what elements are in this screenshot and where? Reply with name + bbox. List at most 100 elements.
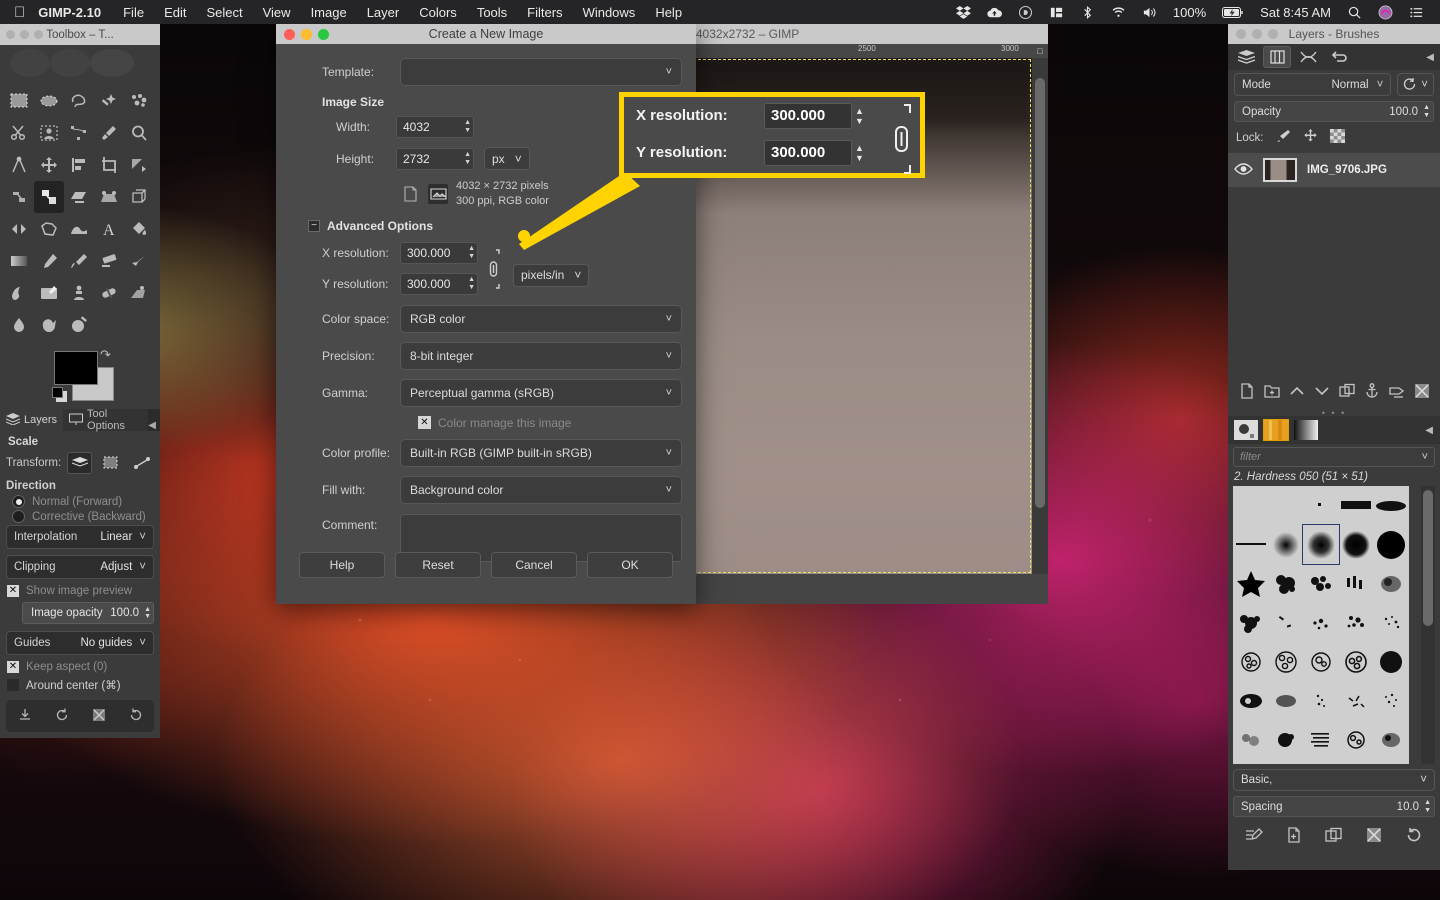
alignment-icon[interactable] xyxy=(64,149,94,181)
blend-space-combo[interactable]: ˅ xyxy=(1397,73,1434,96)
brush-cell[interactable] xyxy=(1233,759,1268,764)
zoom-icon[interactable] xyxy=(124,117,154,149)
brush-cell[interactable] xyxy=(1233,603,1268,642)
warp-transform-icon[interactable] xyxy=(64,213,94,245)
measure-icon[interactable] xyxy=(4,149,34,181)
refresh-brushes-icon[interactable] xyxy=(1405,827,1423,848)
brush-cell[interactable] xyxy=(1374,759,1409,764)
lower-layer-icon[interactable] xyxy=(1314,383,1330,404)
x-resolution-input[interactable]: 300.000 ▲ ▼ xyxy=(400,241,478,264)
resolution-unit-combo[interactable]: pixels/in ˅ xyxy=(513,263,590,287)
landscape-orientation-icon[interactable] xyxy=(428,183,448,204)
free-select-icon[interactable] xyxy=(64,85,94,117)
show-image-preview-row[interactable]: ✕ Show image preview xyxy=(7,585,154,597)
collapse-arrow-icon[interactable]: ◀ xyxy=(1425,425,1435,436)
callout-x-stepper-icon[interactable]: ▲ ▼ xyxy=(855,106,864,126)
new-layer-icon[interactable] xyxy=(1239,383,1255,404)
brush-cell[interactable] xyxy=(1268,603,1303,642)
tab-layers[interactable]: Layers xyxy=(0,409,64,431)
panel-icon[interactable] xyxy=(1041,5,1072,20)
brush-cell[interactable] xyxy=(1374,681,1409,720)
scale-icon[interactable] xyxy=(34,181,64,213)
menu-item-view[interactable]: View xyxy=(253,5,301,20)
smudge-icon[interactable] xyxy=(34,309,64,341)
rotate-icon[interactable] xyxy=(124,149,154,181)
brush-cell[interactable] xyxy=(1268,720,1303,759)
spacing-stepper-icon[interactable]: ▲ ▼ xyxy=(1419,799,1431,815)
brush-cell[interactable] xyxy=(1303,720,1338,759)
swap-colors-icon[interactable]: ↷ xyxy=(100,347,111,363)
color-profile-combo[interactable]: Built-in RGB (GIMP built-in sRGB) ˅ xyxy=(400,438,682,467)
right-dock-window-controls[interactable] xyxy=(1236,29,1278,39)
reset-tool-options-icon[interactable] xyxy=(128,707,144,726)
brush-set-combo[interactable]: Basic, ˅ xyxy=(1233,769,1435,791)
crop-icon[interactable] xyxy=(94,149,124,181)
callout-y-resolution-value[interactable]: 300.000 xyxy=(764,139,852,166)
pencil-icon[interactable] xyxy=(34,245,64,277)
brush-cell[interactable] xyxy=(1303,564,1338,603)
menu-item-filters[interactable]: Filters xyxy=(517,5,572,20)
tab-tool-options[interactable]: Tool Options xyxy=(63,408,149,432)
template-combo[interactable]: ˅ xyxy=(400,58,682,86)
around-center-row[interactable]: Around center (⌘) xyxy=(7,678,154,692)
airbrush-icon[interactable] xyxy=(124,245,154,277)
brush-cell[interactable] xyxy=(1233,486,1268,525)
fill-with-combo[interactable]: Background color ˅ xyxy=(400,475,682,504)
advanced-expander-icon[interactable]: − xyxy=(308,219,320,232)
gradients-icon[interactable] xyxy=(1293,419,1319,441)
channels-icon[interactable] xyxy=(1263,46,1291,68)
blur-sharpen-icon[interactable] xyxy=(4,309,34,341)
paths-icon[interactable] xyxy=(1294,46,1322,68)
interpolation-combo[interactable]: Interpolation Linear ˅ xyxy=(6,525,154,549)
merge-down-icon[interactable] xyxy=(1388,383,1405,404)
new-layer-group-icon[interactable] xyxy=(1263,383,1280,404)
brush-cell[interactable] xyxy=(1374,603,1409,642)
perspective-icon[interactable] xyxy=(94,181,124,213)
mypaint-brush-icon[interactable] xyxy=(34,277,64,309)
3d-transform-icon[interactable] xyxy=(124,181,154,213)
ink-icon[interactable] xyxy=(4,277,34,309)
unified-transform-icon[interactable] xyxy=(4,181,34,213)
menu-item-colors[interactable]: Colors xyxy=(409,5,467,20)
menubar-clock[interactable]: Sat 8:45 AM xyxy=(1252,6,1339,19)
raise-layer-icon[interactable] xyxy=(1289,383,1305,404)
gamma-combo[interactable]: Perceptual gamma (sRGB) ˅ xyxy=(400,378,682,407)
patterns-icon[interactable] xyxy=(1263,419,1289,441)
dialog-window-controls[interactable] xyxy=(284,29,329,40)
chain-link-icon[interactable] xyxy=(485,248,501,290)
quick-mask-icon[interactable]: □ xyxy=(1032,44,1048,58)
brush-cell[interactable] xyxy=(1268,564,1303,603)
color-space-combo[interactable]: RGB color ˅ xyxy=(400,304,682,333)
brush-cell[interactable] xyxy=(1303,681,1338,720)
width-input[interactable]: 4032 ▲ ▼ xyxy=(396,116,474,138)
brush-cell[interactable] xyxy=(1374,720,1409,759)
size-unit-combo[interactable]: px ˅ xyxy=(484,147,530,170)
clipping-combo[interactable]: Clipping Adjust ˅ xyxy=(6,555,154,579)
brush-cell[interactable] xyxy=(1374,564,1409,603)
paintbrush-icon[interactable] xyxy=(64,245,94,277)
width-stepper[interactable]: ▲ ▼ xyxy=(464,119,471,135)
menu-item-tools[interactable]: Tools xyxy=(467,5,517,20)
delete-brush-icon[interactable] xyxy=(1365,827,1383,848)
height-stepper[interactable]: ▲ ▼ xyxy=(464,151,471,167)
flip-icon[interactable] xyxy=(4,213,34,245)
restore-tool-preset-icon[interactable] xyxy=(54,707,70,726)
brushes-icon[interactable] xyxy=(1233,419,1259,441)
brush-filter-input[interactable]: filter ˅ xyxy=(1233,447,1435,467)
height-input[interactable]: 2732 ▲ ▼ xyxy=(396,147,474,170)
opacity-slider[interactable]: Opacity 100.0 ▲ ▼ xyxy=(1234,101,1434,122)
cancel-button[interactable]: Cancel xyxy=(491,552,577,578)
new-brush-icon[interactable] xyxy=(1285,827,1303,848)
y-resolution-input[interactable]: 300.000 ▲ ▼ xyxy=(400,272,478,295)
advanced-options-header[interactable]: − Advanced Options xyxy=(308,219,682,233)
brush-cell[interactable] xyxy=(1268,759,1303,764)
spotlight-search-icon[interactable] xyxy=(1339,5,1370,20)
duet-icon[interactable] xyxy=(1010,5,1041,20)
color-picker-icon[interactable] xyxy=(94,117,124,149)
brush-cell-selected[interactable] xyxy=(1302,524,1340,565)
duplicate-brush-icon[interactable] xyxy=(1325,827,1343,848)
ellipse-select-icon[interactable] xyxy=(34,85,64,117)
radio-corrective-backward[interactable] xyxy=(12,510,25,523)
brush-cell[interactable] xyxy=(1268,681,1303,720)
right-dock-title-bar[interactable]: Layers - Brushes xyxy=(1228,24,1440,44)
